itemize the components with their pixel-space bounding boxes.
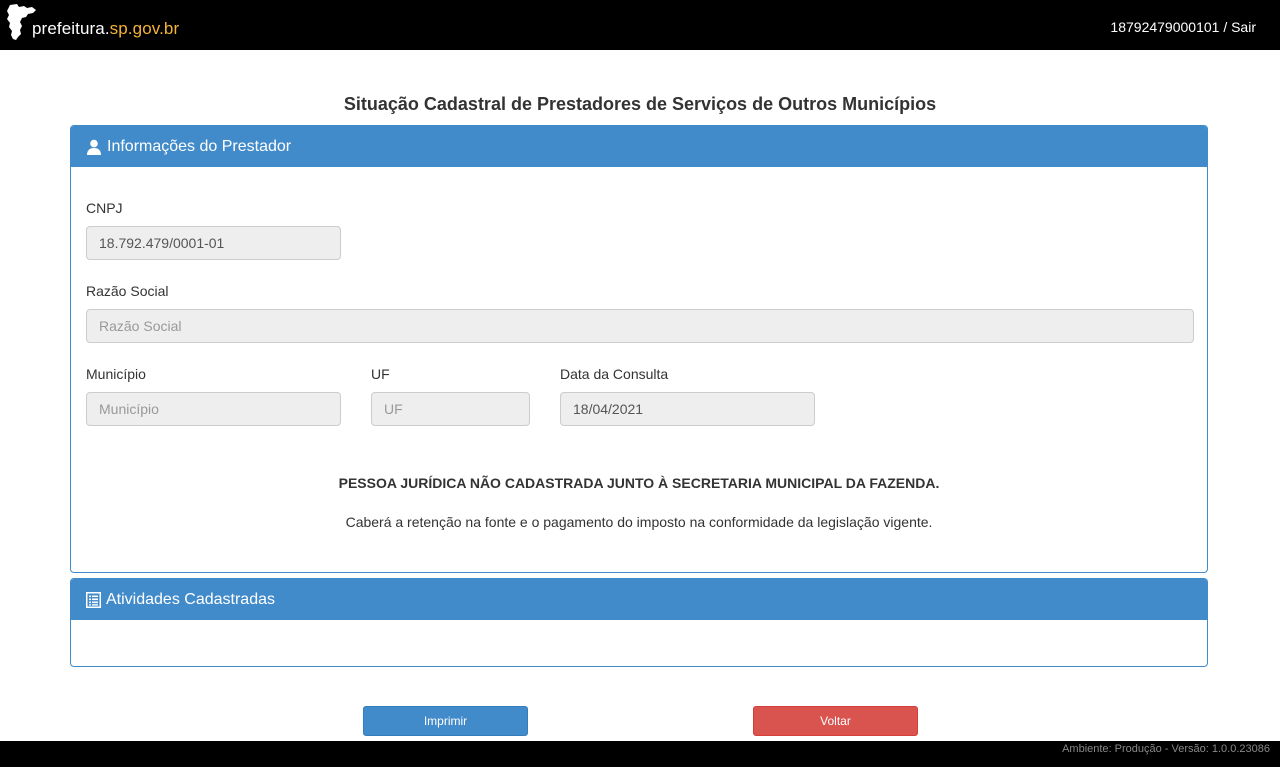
panel-atividades: Atividades Cadastradas <box>70 578 1208 667</box>
data-consulta-field[interactable]: 18/04/2021 <box>560 392 815 426</box>
footer-bar: Ambiente: Produção - Versão: 1.0.0.23086 <box>0 741 1280 767</box>
panel-heading-prestador: Informações do Prestador <box>71 126 1207 167</box>
uf-field[interactable]: UF <box>371 392 530 426</box>
panel-heading-atividades: Atividades Cadastradas <box>71 579 1207 620</box>
cnpj-label: CNPJ <box>86 200 123 216</box>
razao-social-field[interactable]: Razão Social <box>86 309 1194 343</box>
razao-social-label: Razão Social <box>86 283 169 299</box>
page-title: Situação Cadastral de Prestadores de Ser… <box>343 94 937 114</box>
notice-title: PESSOA JURÍDICA NÃO CADASTRADA JUNTO À S… <box>338 475 940 491</box>
notice-text: Caberá a retenção na fonte e o pagamento… <box>345 514 933 530</box>
back-button[interactable]: Voltar <box>753 706 918 736</box>
list-icon <box>86 591 101 608</box>
user-icon <box>86 139 102 155</box>
panel-title-prestador: Informações do Prestador <box>107 137 292 155</box>
user-logout-link[interactable]: 18792479000101 / Sair <box>1110 19 1256 35</box>
panel-prestador-info: Informações do Prestador CNPJ 18.792.479… <box>70 125 1208 573</box>
municipio-label: Município <box>86 366 146 382</box>
municipio-field[interactable]: Município <box>86 392 341 426</box>
top-bar: prefeitura.sp.gov.br 18792479000101 / Sa… <box>0 0 1280 50</box>
environment-version-text: Ambiente: Produção - Versão: 1.0.0.23086 <box>1062 743 1270 755</box>
logo-text: prefeitura.sp.gov.br <box>32 19 179 39</box>
print-button[interactable]: Imprimir <box>363 706 528 736</box>
panel-title-atividades: Atividades Cadastradas <box>106 590 275 608</box>
data-consulta-label: Data da Consulta <box>560 366 669 382</box>
cnpj-field[interactable]: 18.792.479/0001-01 <box>86 226 341 260</box>
uf-label: UF <box>371 366 390 382</box>
logo-text-accent: sp.gov.br <box>109 19 180 38</box>
logo-text-main: prefeitura. <box>32 19 110 38</box>
